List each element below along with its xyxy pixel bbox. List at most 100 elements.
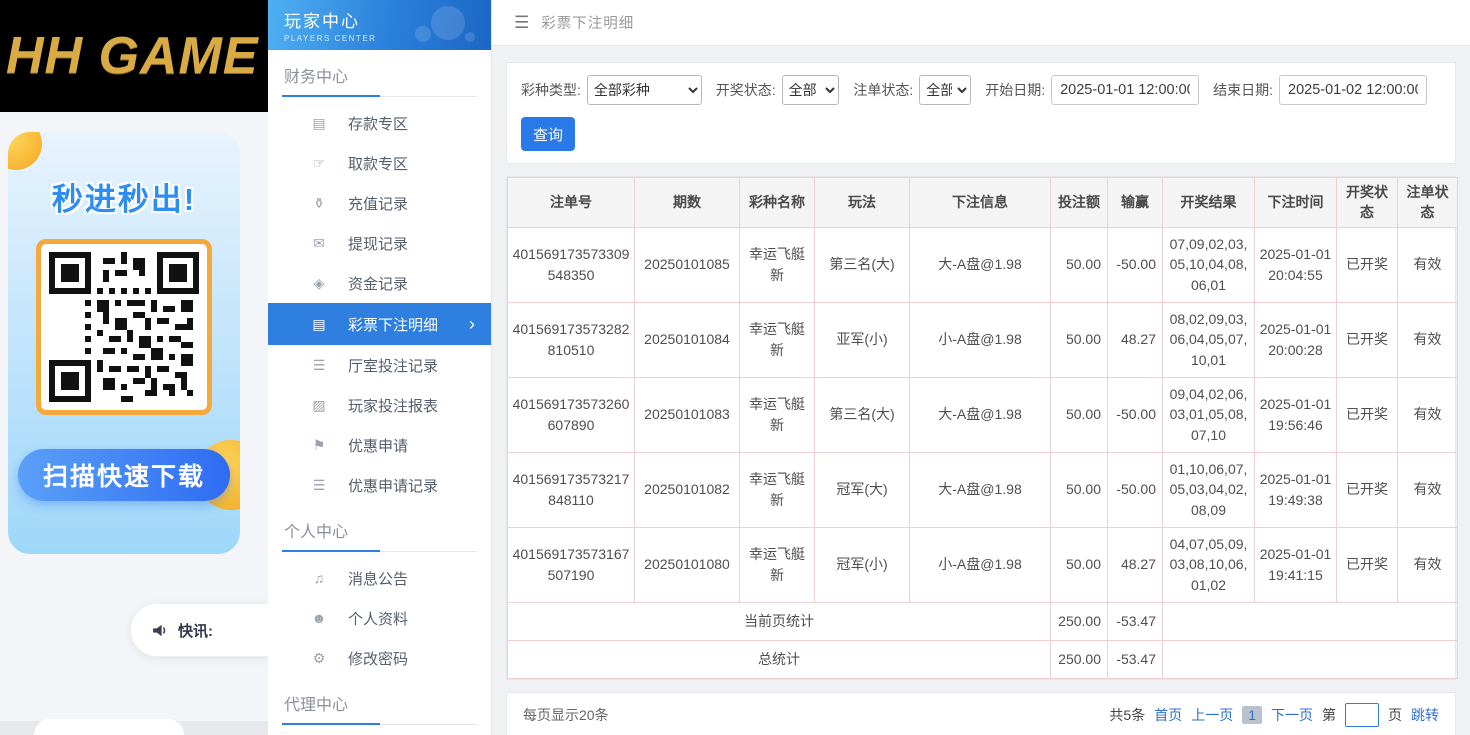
sidebar-menu-item[interactable]: ☻ 个人资料 bbox=[268, 598, 491, 638]
sidebar-item-label: 优惠申请记录 bbox=[348, 475, 438, 496]
end-date-input[interactable] bbox=[1279, 75, 1427, 105]
sidebar-menu-item[interactable]: ▤ 彩票下注明细 › bbox=[268, 303, 491, 345]
lottery-type-select[interactable]: 全部彩种 bbox=[587, 75, 702, 105]
prev-page-link[interactable]: 上一页 bbox=[1191, 705, 1233, 725]
chevron-right-icon: › bbox=[469, 315, 475, 333]
end-date-label: 结束日期: bbox=[1213, 80, 1273, 100]
sidebar-item-icon: ⚱ bbox=[310, 195, 328, 212]
sidebar-item-label: 彩票下注明细 bbox=[348, 314, 438, 335]
table-column-header: 输赢 bbox=[1108, 178, 1163, 228]
stats-label: 总统计 bbox=[508, 640, 1051, 678]
cell-draw-status: 已开奖 bbox=[1337, 377, 1398, 452]
sidebar-item-label: 厅室投注记录 bbox=[348, 355, 438, 376]
sidebar-menu-item[interactable]: ✉ 提现记录 bbox=[268, 223, 491, 263]
sidebar-menu-item[interactable]: ⚑ 优惠申请 bbox=[268, 425, 491, 465]
section-personal-center: 个人中心 bbox=[282, 505, 477, 552]
cell-draw-status: 已开奖 bbox=[1337, 227, 1398, 302]
qr-code-image bbox=[49, 252, 199, 402]
cell-lottery-name: 幸运飞艇新 bbox=[740, 302, 815, 377]
sidebar-menu-item[interactable]: ▤ 存款专区 bbox=[268, 103, 491, 143]
sidebar-menu-item[interactable]: ▨ 玩家投注报表 bbox=[268, 385, 491, 425]
download-qr-code bbox=[36, 239, 212, 415]
order-status-select[interactable]: 全部 bbox=[919, 75, 971, 105]
table-body: 401569173573309548350 20250101085 幸运飞艇新 … bbox=[508, 227, 1458, 602]
cell-amount: 50.00 bbox=[1051, 302, 1108, 377]
table-header: 注单号期数彩种名称玩法下注信息投注额输赢开奖结果下注时间开奖状态注单状态 bbox=[508, 178, 1458, 228]
cell-play: 冠军(大) bbox=[815, 452, 910, 527]
first-page-link[interactable]: 首页 bbox=[1154, 705, 1182, 725]
stats-amount: 250.00 bbox=[1051, 640, 1108, 678]
draw-status-select[interactable]: 全部 bbox=[782, 75, 840, 105]
cell-draw-result: 04,07,05,09,03,08,10,06,01,02 bbox=[1163, 527, 1255, 602]
cell-amount: 50.00 bbox=[1051, 452, 1108, 527]
table-row: 401569173573167507190 20250101080 幸运飞艇新 … bbox=[508, 527, 1458, 602]
sidebar-item-icon: ▤ bbox=[310, 115, 328, 132]
cell-play: 亚军(小) bbox=[815, 302, 910, 377]
sidebar-item-label: 消息公告 bbox=[348, 568, 408, 589]
search-button[interactable]: 查询 bbox=[521, 117, 575, 151]
cell-winloss: -50.00 bbox=[1108, 377, 1163, 452]
sidebar-menu-item[interactable]: ☰ 优惠申请记录 bbox=[268, 465, 491, 505]
table-row: 401569173573282810510 20250101084 幸运飞艇新 … bbox=[508, 302, 1458, 377]
sidebar-item-label: 提现记录 bbox=[348, 233, 408, 254]
table-row: 401569173573217848110 20250101082 幸运飞艇新 … bbox=[508, 452, 1458, 527]
promo-slogan: 秒进秒出! bbox=[8, 174, 240, 219]
page-size-text: 每页显示20条 bbox=[523, 705, 609, 725]
sidebar-menu-item[interactable]: ⚙ 修改密码 bbox=[268, 638, 491, 678]
cell-amount: 50.00 bbox=[1051, 527, 1108, 602]
cell-lottery-name: 幸运飞艇新 bbox=[740, 452, 815, 527]
scan-download-button[interactable]: 扫描快速下载 bbox=[18, 449, 230, 501]
cell-period: 20250101082 bbox=[635, 452, 740, 527]
sidebar-item-label: 存款专区 bbox=[348, 113, 408, 134]
cell-draw-status: 已开奖 bbox=[1337, 452, 1398, 527]
stats-empty bbox=[1163, 602, 1458, 640]
cell-winloss: 48.27 bbox=[1108, 527, 1163, 602]
next-page-link[interactable]: 下一页 bbox=[1271, 705, 1313, 725]
cell-bet-time: 2025-01-01 19:49:38 bbox=[1255, 452, 1337, 527]
sidebar-menu-item[interactable]: ◈ 资金记录 bbox=[268, 263, 491, 303]
sidebar-menu-item[interactable]: ♫ 消息公告 bbox=[268, 558, 491, 598]
table-row: 401569173573309548350 20250101085 幸运飞艇新 … bbox=[508, 227, 1458, 302]
download-promo-card: 秒进秒出! bbox=[8, 132, 240, 554]
logo-band: HH GAME bbox=[0, 0, 268, 112]
table-column-header: 开奖状态 bbox=[1337, 178, 1398, 228]
order-status-label: 注单状态: bbox=[853, 80, 913, 100]
sidebar-item-icon: ☰ bbox=[310, 477, 328, 494]
cell-lottery-name: 幸运飞艇新 bbox=[740, 377, 815, 452]
cell-draw-result: 09,04,02,06,03,01,05,08,07,10 bbox=[1163, 377, 1255, 452]
start-date-input[interactable] bbox=[1051, 75, 1199, 105]
topbar: ☰ 彩票下注明细 bbox=[492, 0, 1470, 46]
sidebar-menu-item[interactable]: ☞ 取款专区 bbox=[268, 143, 491, 183]
sidebar-item-label: 资金记录 bbox=[348, 273, 408, 294]
pagination-bar: 每页显示20条 共5条 首页 上一页 1 下一页 第 页 跳转 bbox=[506, 692, 1456, 735]
ticker-label: 快讯: bbox=[178, 620, 213, 641]
cell-play: 第三名(大) bbox=[815, 377, 910, 452]
cell-bet-info: 大-A盘@1.98 bbox=[910, 452, 1051, 527]
table-row: 401569173573260607890 20250101083 幸运飞艇新 … bbox=[508, 377, 1458, 452]
main-content: ☰ 彩票下注明细 彩种类型: 全部彩种 开奖状态: 全部 注单状态: 全部 开始… bbox=[492, 0, 1470, 735]
jump-page-input[interactable] bbox=[1345, 703, 1379, 727]
sidebar-item-icon: ▨ bbox=[310, 397, 328, 414]
bet-detail-table: 注单号期数彩种名称玩法下注信息投注额输赢开奖结果下注时间开奖状态注单状态 401… bbox=[507, 177, 1458, 679]
current-page-badge[interactable]: 1 bbox=[1242, 706, 1262, 724]
cell-period: 20250101080 bbox=[635, 527, 740, 602]
app-root: HH GAME 秒进秒出! bbox=[0, 0, 1470, 735]
cell-bet-id: 401569173573167507190 bbox=[508, 527, 635, 602]
hamburger-menu-icon[interactable]: ☰ bbox=[514, 13, 529, 33]
cell-lottery-name: 幸运飞艇新 bbox=[740, 227, 815, 302]
sidebar-menu-item[interactable]: ⚱ 充值记录 bbox=[268, 183, 491, 223]
news-ticker[interactable]: 快讯: bbox=[130, 603, 268, 657]
stats-row: 总统计 250.00 -53.47 bbox=[508, 640, 1458, 678]
sidebar-item-icon: ✉ bbox=[310, 235, 328, 252]
stats-winloss: -53.47 bbox=[1108, 640, 1163, 678]
table-column-header: 玩法 bbox=[815, 178, 910, 228]
sidebar-item-icon: ⚙ bbox=[310, 650, 328, 667]
sidebar-menu-item[interactable]: ☰ 厅室投注记录 bbox=[268, 345, 491, 385]
sidebar-item-icon: ☻ bbox=[310, 610, 328, 626]
cell-amount: 50.00 bbox=[1051, 377, 1108, 452]
draw-status-label: 开奖状态: bbox=[716, 80, 776, 100]
cell-winloss: -50.00 bbox=[1108, 227, 1163, 302]
cell-bet-time: 2025-01-01 20:00:28 bbox=[1255, 302, 1337, 377]
speaker-icon bbox=[151, 622, 168, 639]
jump-button[interactable]: 跳转 bbox=[1411, 705, 1439, 725]
